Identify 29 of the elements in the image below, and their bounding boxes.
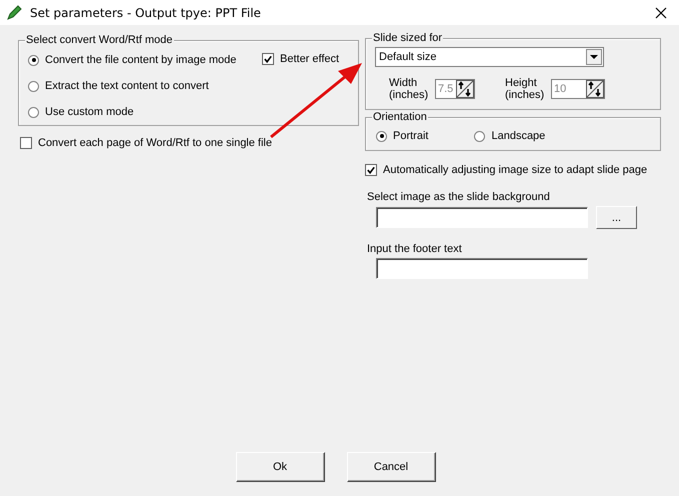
radio-button[interactable] bbox=[28, 54, 39, 66]
radio-label[interactable]: Portrait bbox=[393, 130, 428, 142]
checkbox-label[interactable]: Better effect bbox=[280, 53, 340, 65]
size-dropdown[interactable]: Default size bbox=[375, 47, 604, 67]
ok-button[interactable]: Ok bbox=[236, 452, 324, 482]
checkbox-label[interactable]: Convert each page of Word/Rtf to one single file bbox=[38, 137, 272, 149]
radio-button[interactable] bbox=[376, 130, 387, 142]
checkbox[interactable] bbox=[262, 53, 274, 65]
radio-label[interactable]: Convert the file content by image mode bbox=[45, 54, 236, 66]
radio-label[interactable]: Extract the text content to convert bbox=[45, 80, 209, 92]
checkbox[interactable] bbox=[365, 164, 377, 176]
footer-text-field[interactable] bbox=[376, 258, 588, 279]
close-icon[interactable] bbox=[655, 6, 667, 18]
dimension-label: Height (inches) bbox=[505, 77, 546, 101]
dimension-label: Width (inches) bbox=[389, 77, 430, 101]
radio-button[interactable] bbox=[28, 80, 39, 92]
checkbox-label[interactable]: Automatically adjusting image size to adapt slide page bbox=[383, 164, 648, 176]
cancel-button[interactable]: Cancel bbox=[346, 452, 436, 482]
checkbox[interactable] bbox=[20, 137, 32, 149]
background-image-field[interactable] bbox=[376, 207, 588, 228]
radio-label[interactable]: Landscape bbox=[491, 130, 546, 142]
field-label: Select image as the slide background bbox=[367, 191, 551, 204]
window-title: Set parameters - Output tpye: PPT File bbox=[30, 6, 262, 20]
radio-button[interactable] bbox=[28, 106, 39, 118]
browse-button[interactable]: ... bbox=[596, 206, 637, 229]
pencil-icon bbox=[6, 4, 22, 20]
field-label: Input the footer text bbox=[367, 243, 463, 256]
radio-button[interactable] bbox=[474, 130, 486, 142]
radio-label[interactable]: Use custom mode bbox=[45, 106, 134, 118]
